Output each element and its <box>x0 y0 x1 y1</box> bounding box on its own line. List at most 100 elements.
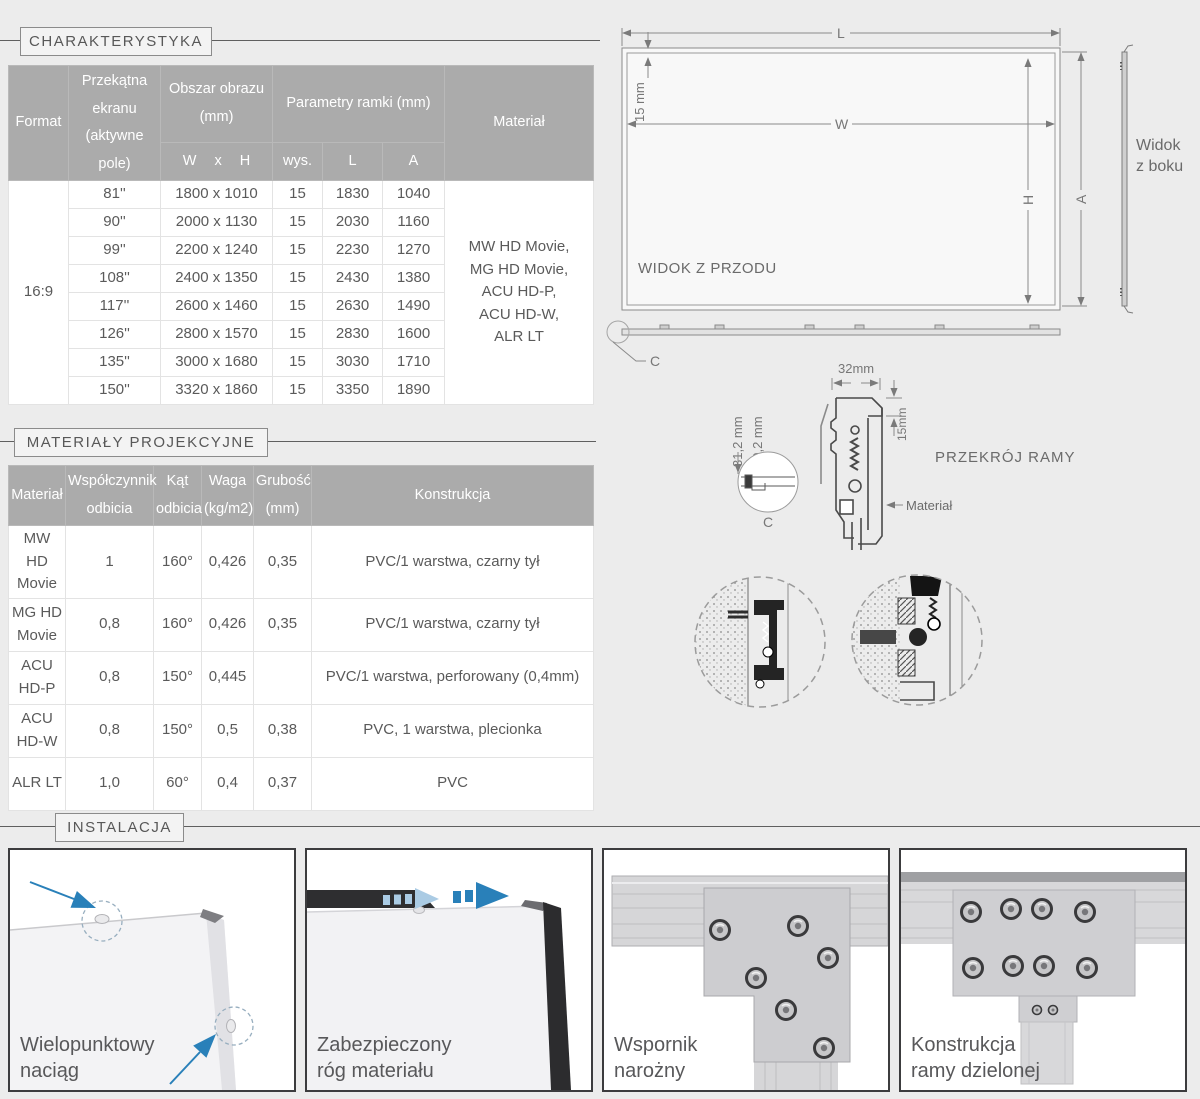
col-header-thickness: Grubość (mm) <box>254 466 312 526</box>
col-header-angle: Kąt odbicia <box>154 466 202 526</box>
dim-label-l: L <box>837 25 845 41</box>
col-header-image-area: Obszar obrazu (mm) <box>161 66 273 143</box>
col-header-material: Materiał <box>445 66 594 181</box>
cell-thickness: 0,35 <box>254 598 312 651</box>
section-title-text: MATERIAŁY PROJEKCYJNE <box>27 434 256 451</box>
cell-area: 1800 x 1010 <box>161 181 273 209</box>
cell-angle: 150° <box>154 651 202 704</box>
col-header-w-x-h: W x H <box>161 142 273 180</box>
panel-caption: Wielopunktowy naciąg <box>20 1032 155 1084</box>
screw-icon <box>1002 900 1021 919</box>
table-row: MW HD Movie 1 160° 0,426 0,35 PVC/1 wars… <box>9 526 594 599</box>
installation-panel-corner-bracket: Wspornik narożny <box>602 848 890 1092</box>
panel-caption: Zabezpieczony róg materiału <box>317 1032 452 1084</box>
materials-table: Materiał Współczynnik odbicia Kąt odbici… <box>8 465 594 811</box>
cell-wys: 15 <box>273 293 323 321</box>
blue-arrow-icon <box>453 882 509 909</box>
side-view-diagram: Widok z boku <box>1121 45 1183 313</box>
cell-l: 3350 <box>323 377 383 405</box>
header-row: Format Przekątna ekranu (aktywne pole) O… <box>9 66 594 143</box>
cell-diagonal: 81'' <box>69 181 161 209</box>
characteristics-table: Format Przekątna ekranu (aktywne pole) O… <box>8 65 594 405</box>
cell-weight: 0,426 <box>202 598 254 651</box>
wall-mount-detail-circle-1 <box>695 576 825 711</box>
table-row: ACU HD-W 0,8 150° 0,5 0,38 PVC, 1 warstw… <box>9 704 594 757</box>
cell-material: MG HD Movie <box>9 598 66 651</box>
installation-panel-split-frame: Konstrukcja ramy dzielonej <box>899 848 1187 1092</box>
cell-l: 1830 <box>323 181 383 209</box>
front-view-diagram: L 15 mm W H A WIDOK Z PRZODU <box>622 25 1089 310</box>
col-header-l: L <box>323 142 383 180</box>
cell-l: 2630 <box>323 293 383 321</box>
cell-construction: PVC, 1 warstwa, plecionka <box>312 704 594 757</box>
cell-thickness: 0,35 <box>254 526 312 599</box>
corner-bracket-plate <box>704 888 850 1062</box>
cell-angle: 60° <box>154 757 202 810</box>
cell-construction: PVC/1 warstwa, czarny tył <box>312 526 594 599</box>
table-row: MG HD Movie 0,8 160° 0,426 0,35 PVC/1 wa… <box>9 598 594 651</box>
dim-label-a: A <box>1073 194 1089 204</box>
cell-area: 2600 x 1460 <box>161 293 273 321</box>
cell-diagonal: 126'' <box>69 321 161 349</box>
table-row: ACU HD-P 0,8 150° 0,445 PVC/1 warstwa, p… <box>9 651 594 704</box>
dim-label-32mm: 32mm <box>838 361 874 376</box>
screw-icon <box>815 1039 834 1058</box>
cell-format: 16:9 <box>9 181 69 405</box>
table-row: 16:9 81'' 1800 x 1010 15 1830 1040 MW HD… <box>9 181 594 209</box>
col-header-material: Materiał <box>9 466 66 526</box>
cell-a: 1380 <box>383 265 445 293</box>
cell-angle: 160° <box>154 598 202 651</box>
cell-reflection: 0,8 <box>66 598 154 651</box>
cell-a: 1490 <box>383 293 445 321</box>
col-header-frame-params: Parametry ramki (mm) <box>273 66 445 143</box>
side-view-label-line2: z boku <box>1136 158 1183 175</box>
cell-wys: 15 <box>273 265 323 293</box>
screw-icon <box>1035 957 1054 976</box>
cell-material: ALR LT <box>9 757 66 810</box>
cell-material: ACU HD-W <box>9 704 66 757</box>
cell-wys: 15 <box>273 321 323 349</box>
panel-caption: Wspornik narożny <box>614 1032 697 1084</box>
screw-icon <box>962 903 981 922</box>
frame-cross-section-diagram: 32mm 15mm 31,2 mm 20,2 mm <box>730 361 1076 550</box>
cell-material: ACU HD-P <box>9 651 66 704</box>
cell-area: 2400 x 1350 <box>161 265 273 293</box>
cell-weight: 0,5 <box>202 704 254 757</box>
top-view-diagram: C <box>607 321 1060 369</box>
screw-icon <box>747 969 766 988</box>
cell-angle: 150° <box>154 704 202 757</box>
technical-drawing: L 15 mm W H A WIDOK Z PRZODU C <box>600 0 1200 790</box>
wall-mount-detail-circle-2 <box>852 574 982 708</box>
cell-a: 1710 <box>383 349 445 377</box>
cell-weight: 0,445 <box>202 651 254 704</box>
header-row: Materiał Współczynnik odbicia Kąt odbici… <box>9 466 594 526</box>
cell-area: 3320 x 1860 <box>161 377 273 405</box>
cell-wys: 15 <box>273 209 323 237</box>
screw-icon <box>1033 900 1052 919</box>
cell-diagonal: 117'' <box>69 293 161 321</box>
page: { "colors": { "page_bg": "#ececec", "tab… <box>0 0 1200 1099</box>
detail-c-section-label: C <box>763 514 773 530</box>
cell-l: 2030 <box>323 209 383 237</box>
cell-l: 2430 <box>323 265 383 293</box>
dim-label-h: H <box>1020 195 1036 205</box>
cell-diagonal: 90'' <box>69 209 161 237</box>
screw-icon <box>1076 903 1095 922</box>
cell-reflection: 0,8 <box>66 704 154 757</box>
cell-l: 2830 <box>323 321 383 349</box>
front-view-label: WIDOK Z PRZODU <box>638 260 777 277</box>
cell-thickness <box>254 651 312 704</box>
cell-area: 2200 x 1240 <box>161 237 273 265</box>
cell-a: 1160 <box>383 209 445 237</box>
cell-a: 1890 <box>383 377 445 405</box>
cell-l: 3030 <box>323 349 383 377</box>
cell-a: 1600 <box>383 321 445 349</box>
screw-icon <box>1004 957 1023 976</box>
cell-area: 2000 x 1130 <box>161 209 273 237</box>
cell-thickness: 0,38 <box>254 704 312 757</box>
cell-wys: 15 <box>273 349 323 377</box>
cell-reflection: 1 <box>66 526 154 599</box>
cell-material: MW HD Movie <box>9 526 66 599</box>
cell-materials: MW HD Movie, MG HD Movie, ACU HD-P, ACU … <box>445 181 594 405</box>
section-title-characteristics: CHARAKTERYSTYKA <box>20 27 212 56</box>
